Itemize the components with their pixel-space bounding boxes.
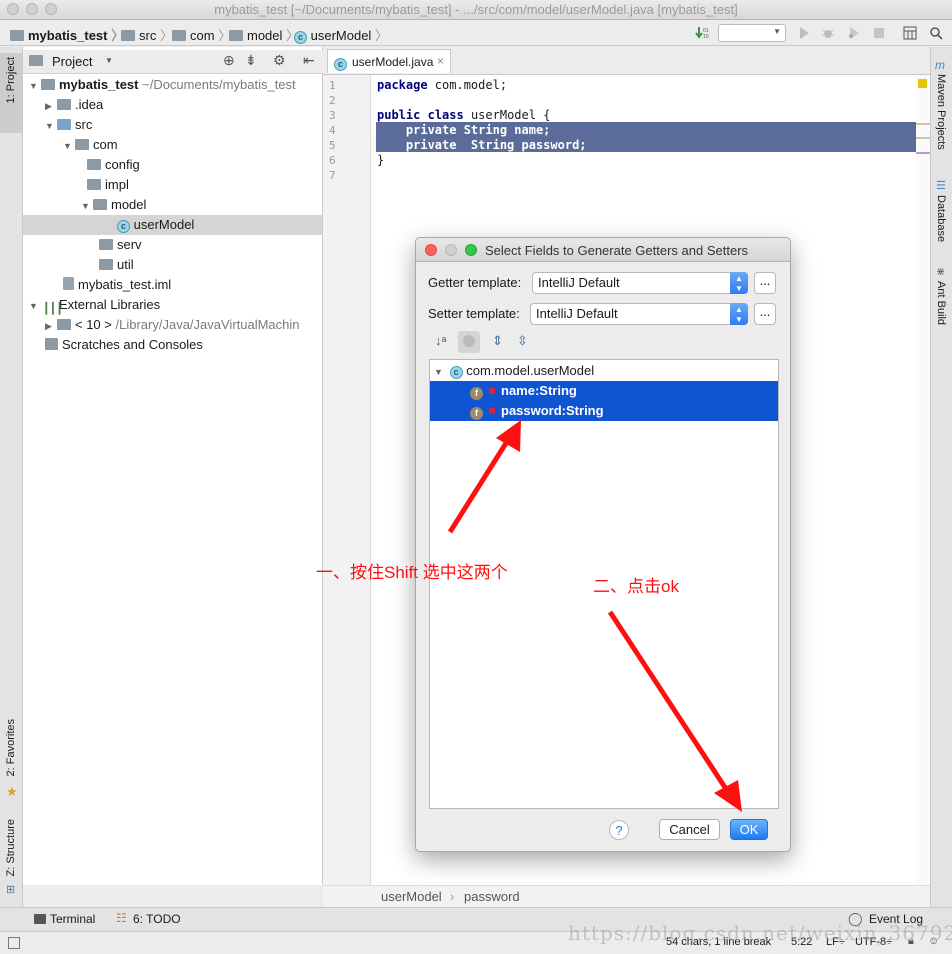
annotation-arrow-2 (607, 610, 742, 812)
annotation-step-1: 一、按住Shift 选中这两个 (316, 563, 508, 582)
annotation-arrow-1 (447, 420, 521, 534)
annotation-arrows (447, 420, 742, 812)
annotation-step-2: 二、点击ok (593, 577, 679, 596)
